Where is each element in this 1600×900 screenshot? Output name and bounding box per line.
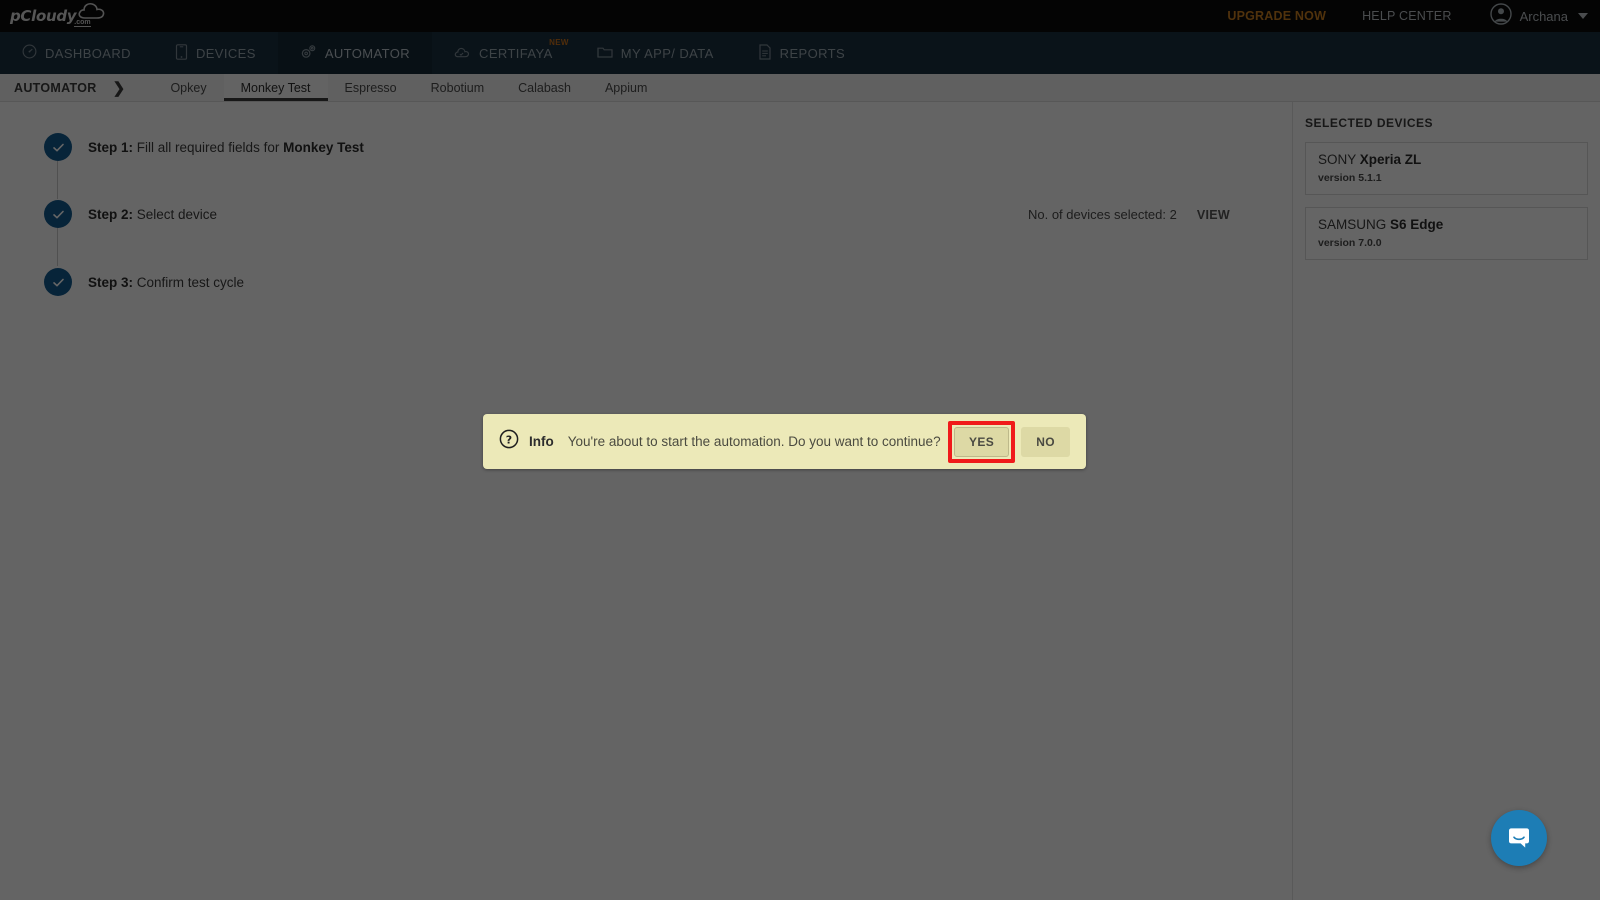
- yes-button-highlight: YES: [947, 420, 1016, 463]
- question-mark-circle-icon: ?: [499, 429, 519, 454]
- dialog-title: Info: [529, 434, 554, 449]
- chat-bubble-icon: [1509, 828, 1529, 848]
- dialog-message: You're about to start the automation. Do…: [567, 434, 941, 449]
- confirm-automation-dialog: ? Info You're about to start the automat…: [483, 414, 1086, 469]
- app-root: pCloudy .com UPGRADE NOW HELP CENTER: [0, 0, 1600, 900]
- intercom-chat-button[interactable]: [1491, 810, 1547, 866]
- yes-button[interactable]: YES: [953, 426, 1010, 457]
- svg-text:?: ?: [506, 433, 512, 446]
- no-button[interactable]: NO: [1021, 426, 1070, 457]
